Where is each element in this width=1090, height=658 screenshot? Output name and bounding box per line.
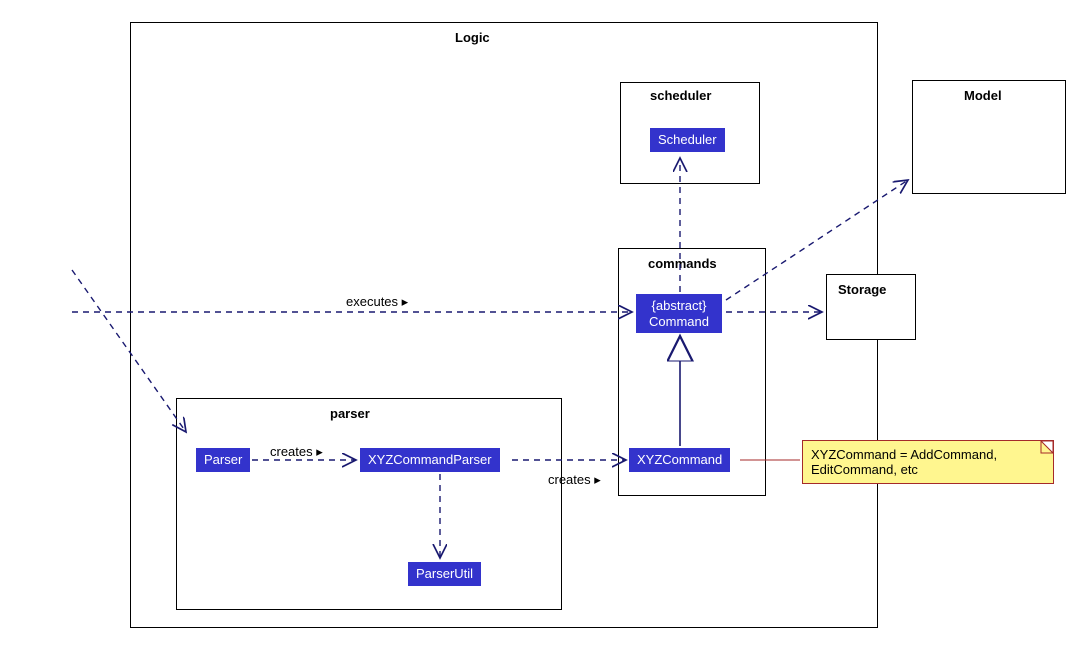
edge-label-executes: executes ▸ (346, 294, 408, 310)
package-parser-title: parser (330, 406, 370, 421)
class-xyz-command-parser: XYZCommandParser (360, 448, 500, 472)
package-logic-title: Logic (455, 30, 490, 45)
abstract-command-name: Command (649, 314, 709, 329)
abstract-stereotype: {abstract} (652, 298, 707, 313)
note-line-1: XYZCommand = AddCommand, (811, 447, 997, 462)
package-scheduler-title: scheduler (650, 88, 711, 103)
class-xyz-command: XYZCommand (629, 448, 730, 472)
package-storage-title: Storage (838, 282, 886, 297)
note-line-2: EditCommand, etc (811, 462, 918, 477)
package-parser (176, 398, 562, 610)
package-commands-title: commands (648, 256, 717, 271)
class-parser: Parser (196, 448, 250, 472)
edge-label-creates-2: creates ▸ (548, 472, 601, 488)
class-parser-util: ParserUtil (408, 562, 481, 586)
note-xyz-command: XYZCommand = AddCommand, EditCommand, et… (802, 440, 1054, 484)
edge-label-creates-1: creates ▸ (270, 444, 323, 460)
class-scheduler: Scheduler (650, 128, 725, 152)
class-abstract-command: {abstract} Command (636, 294, 722, 333)
package-model-title: Model (964, 88, 1002, 103)
